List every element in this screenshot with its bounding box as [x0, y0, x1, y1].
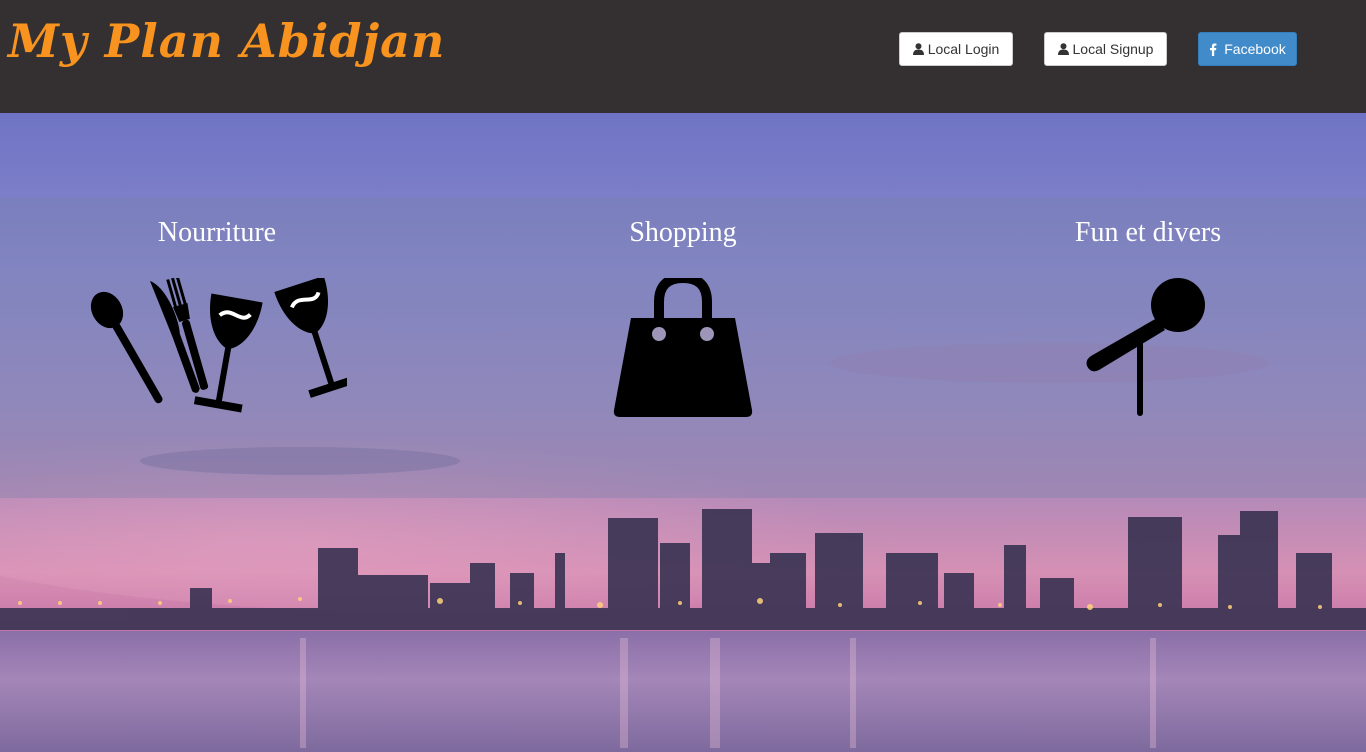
- navbar: My Plan Abidjan Local Login Local Signup…: [0, 0, 1366, 113]
- category-shopping[interactable]: Shopping: [483, 198, 883, 417]
- facebook-icon: [1209, 43, 1220, 56]
- local-signup-button[interactable]: Local Signup: [1044, 32, 1167, 66]
- user-icon: [1057, 43, 1069, 55]
- local-signup-label: Local Signup: [1072, 41, 1154, 57]
- shopping-bag-icon: [613, 278, 753, 417]
- local-login-label: Local Login: [927, 41, 1000, 57]
- hero-section: Nourriture Shopping Fun et divers: [0, 113, 1366, 752]
- category-nourriture[interactable]: Nourriture: [17, 198, 417, 413]
- facebook-label: Facebook: [1224, 41, 1286, 57]
- facebook-login-button[interactable]: Facebook: [1198, 32, 1297, 66]
- user-icon: [912, 43, 924, 55]
- brand-logo[interactable]: My Plan Abidjan: [8, 14, 445, 68]
- cutlery-and-wine-glasses-icon: [90, 278, 347, 413]
- microphone-icon: [1086, 278, 1205, 416]
- category-title: Nourriture: [157, 217, 277, 248]
- categories-band: Nourriture Shopping Fun et divers: [0, 198, 1366, 498]
- category-title: Shopping: [629, 217, 737, 248]
- category-fun-et-divers[interactable]: Fun et divers: [948, 198, 1348, 416]
- local-login-button[interactable]: Local Login: [899, 32, 1013, 66]
- category-title: Fun et divers: [1074, 217, 1222, 248]
